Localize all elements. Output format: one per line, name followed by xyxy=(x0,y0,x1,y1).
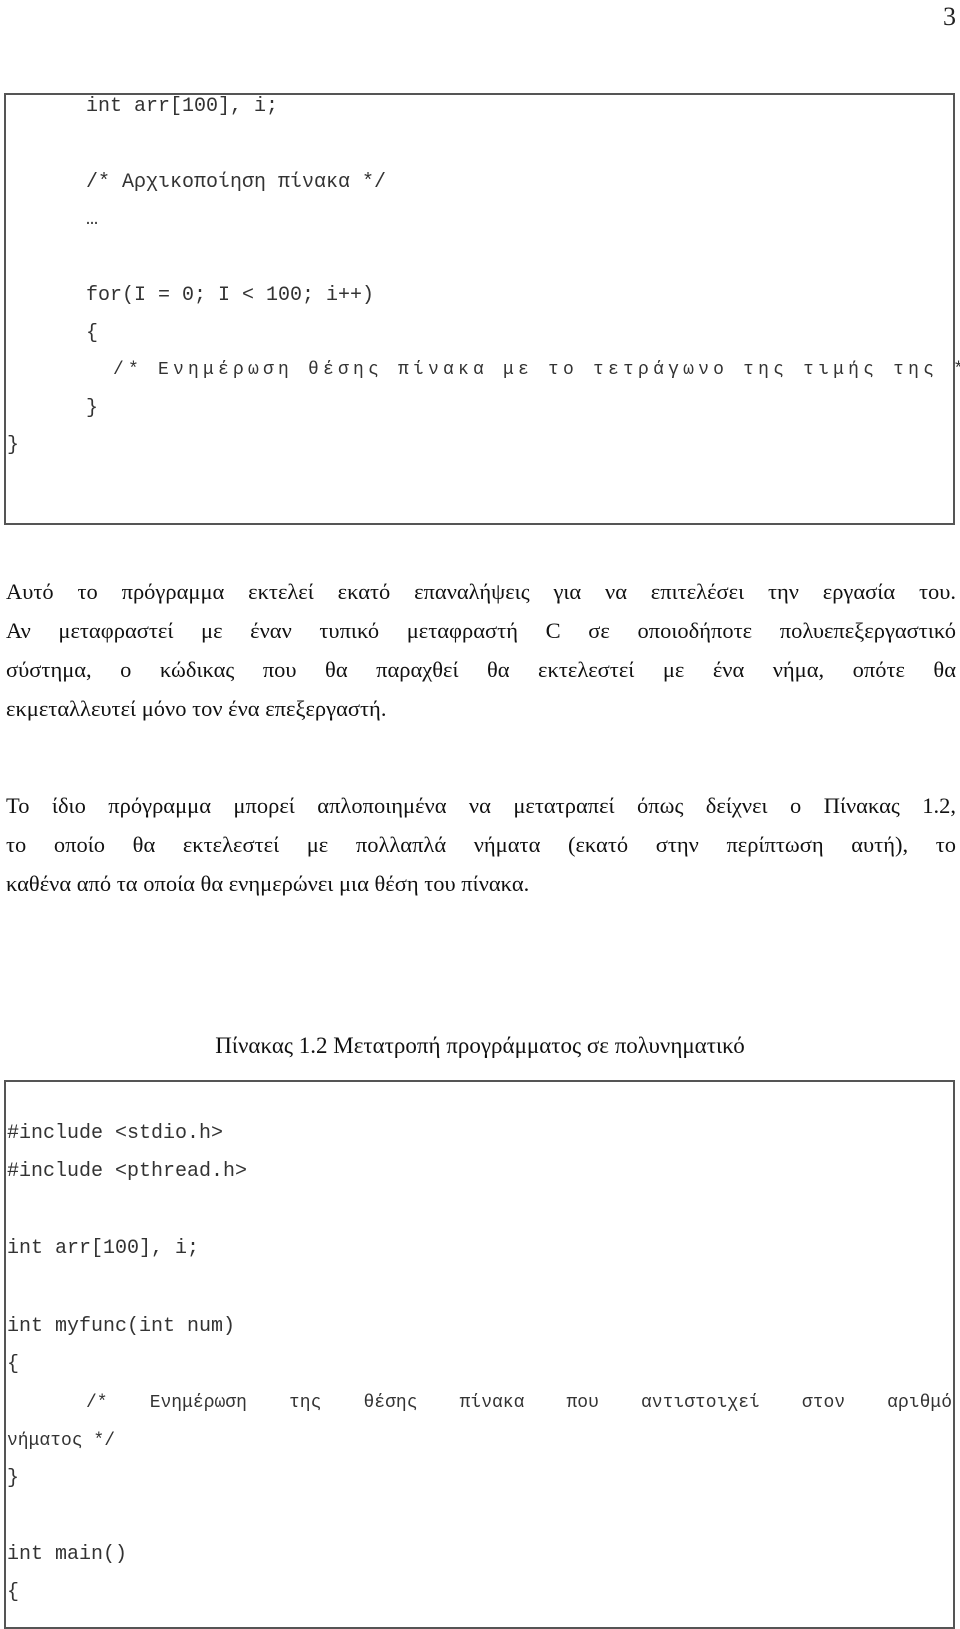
code-include: #include <stdio.h> xyxy=(7,1122,224,1145)
paragraph-line: εκμεταλλευτεί μόνο τον ένα επεξεργαστή. xyxy=(6,696,387,721)
code-comment: /* Ενημέρωση θέσης πίνακα με το τετράγων… xyxy=(113,360,960,380)
paragraph-line: το οποίο θα εκτελεστεί με πολλαπλά νήματ… xyxy=(6,832,956,857)
code-line: int arr[100], i; xyxy=(86,95,279,118)
paragraph-1: Αυτό το πρόγραμμα εκτελεί εκατό επαναλήψ… xyxy=(6,572,956,728)
code-block-sequential: int arr[100], i; /* Αρχικοποίηση πίνακα … xyxy=(4,93,960,525)
paragraph-line: Αυτό το πρόγραμμα εκτελεί εκατό επαναλήψ… xyxy=(6,579,956,604)
code-line: int arr[100], i; xyxy=(7,1237,200,1260)
table-caption: Πίνακας 1.2 Μετατροπή προγράμματος σε πο… xyxy=(215,1033,745,1058)
code-comment: νήματος */ xyxy=(7,1431,116,1451)
code-comment: /* Ενημέρωση της θέσης πίνακα που αντιστ… xyxy=(86,1393,952,1413)
paragraph-line: καθένα από τα οποία θα ενημερώνει μια θέ… xyxy=(6,871,530,896)
code-comment: /* Αρχικοποίηση πίνακα */ xyxy=(86,171,387,194)
paragraph-line: σύστημα, ο κώδικας που θα παραχθεί θα εκ… xyxy=(6,657,956,682)
paragraph-2: Το ίδιο πρόγραμμα μπορεί απλοποιημένα να… xyxy=(6,786,956,903)
code-line: int main() xyxy=(7,1543,128,1566)
code-line: { xyxy=(7,1353,20,1376)
code-ellipsis: … xyxy=(86,208,99,231)
code-line: } xyxy=(86,397,99,420)
paragraph-line: Αν μεταφραστεί με έναν τυπικό μεταφραστή… xyxy=(6,618,956,643)
code-include: #include <pthread.h> xyxy=(7,1160,248,1183)
page-number: 3 xyxy=(943,2,956,31)
code-block-multithreaded: #include <stdio.h> #include <pthread.h> … xyxy=(4,1080,955,1629)
code-line: { xyxy=(7,1581,20,1604)
code-line: for(I = 0; I < 100; i++) xyxy=(86,284,375,307)
code-line: { xyxy=(86,322,99,345)
code-line: } xyxy=(7,1467,20,1490)
paragraph-line: Το ίδιο πρόγραμμα μπορεί απλοποιημένα να… xyxy=(6,793,956,818)
code-line: } xyxy=(7,434,20,457)
code-line: int myfunc(int num) xyxy=(7,1315,236,1338)
